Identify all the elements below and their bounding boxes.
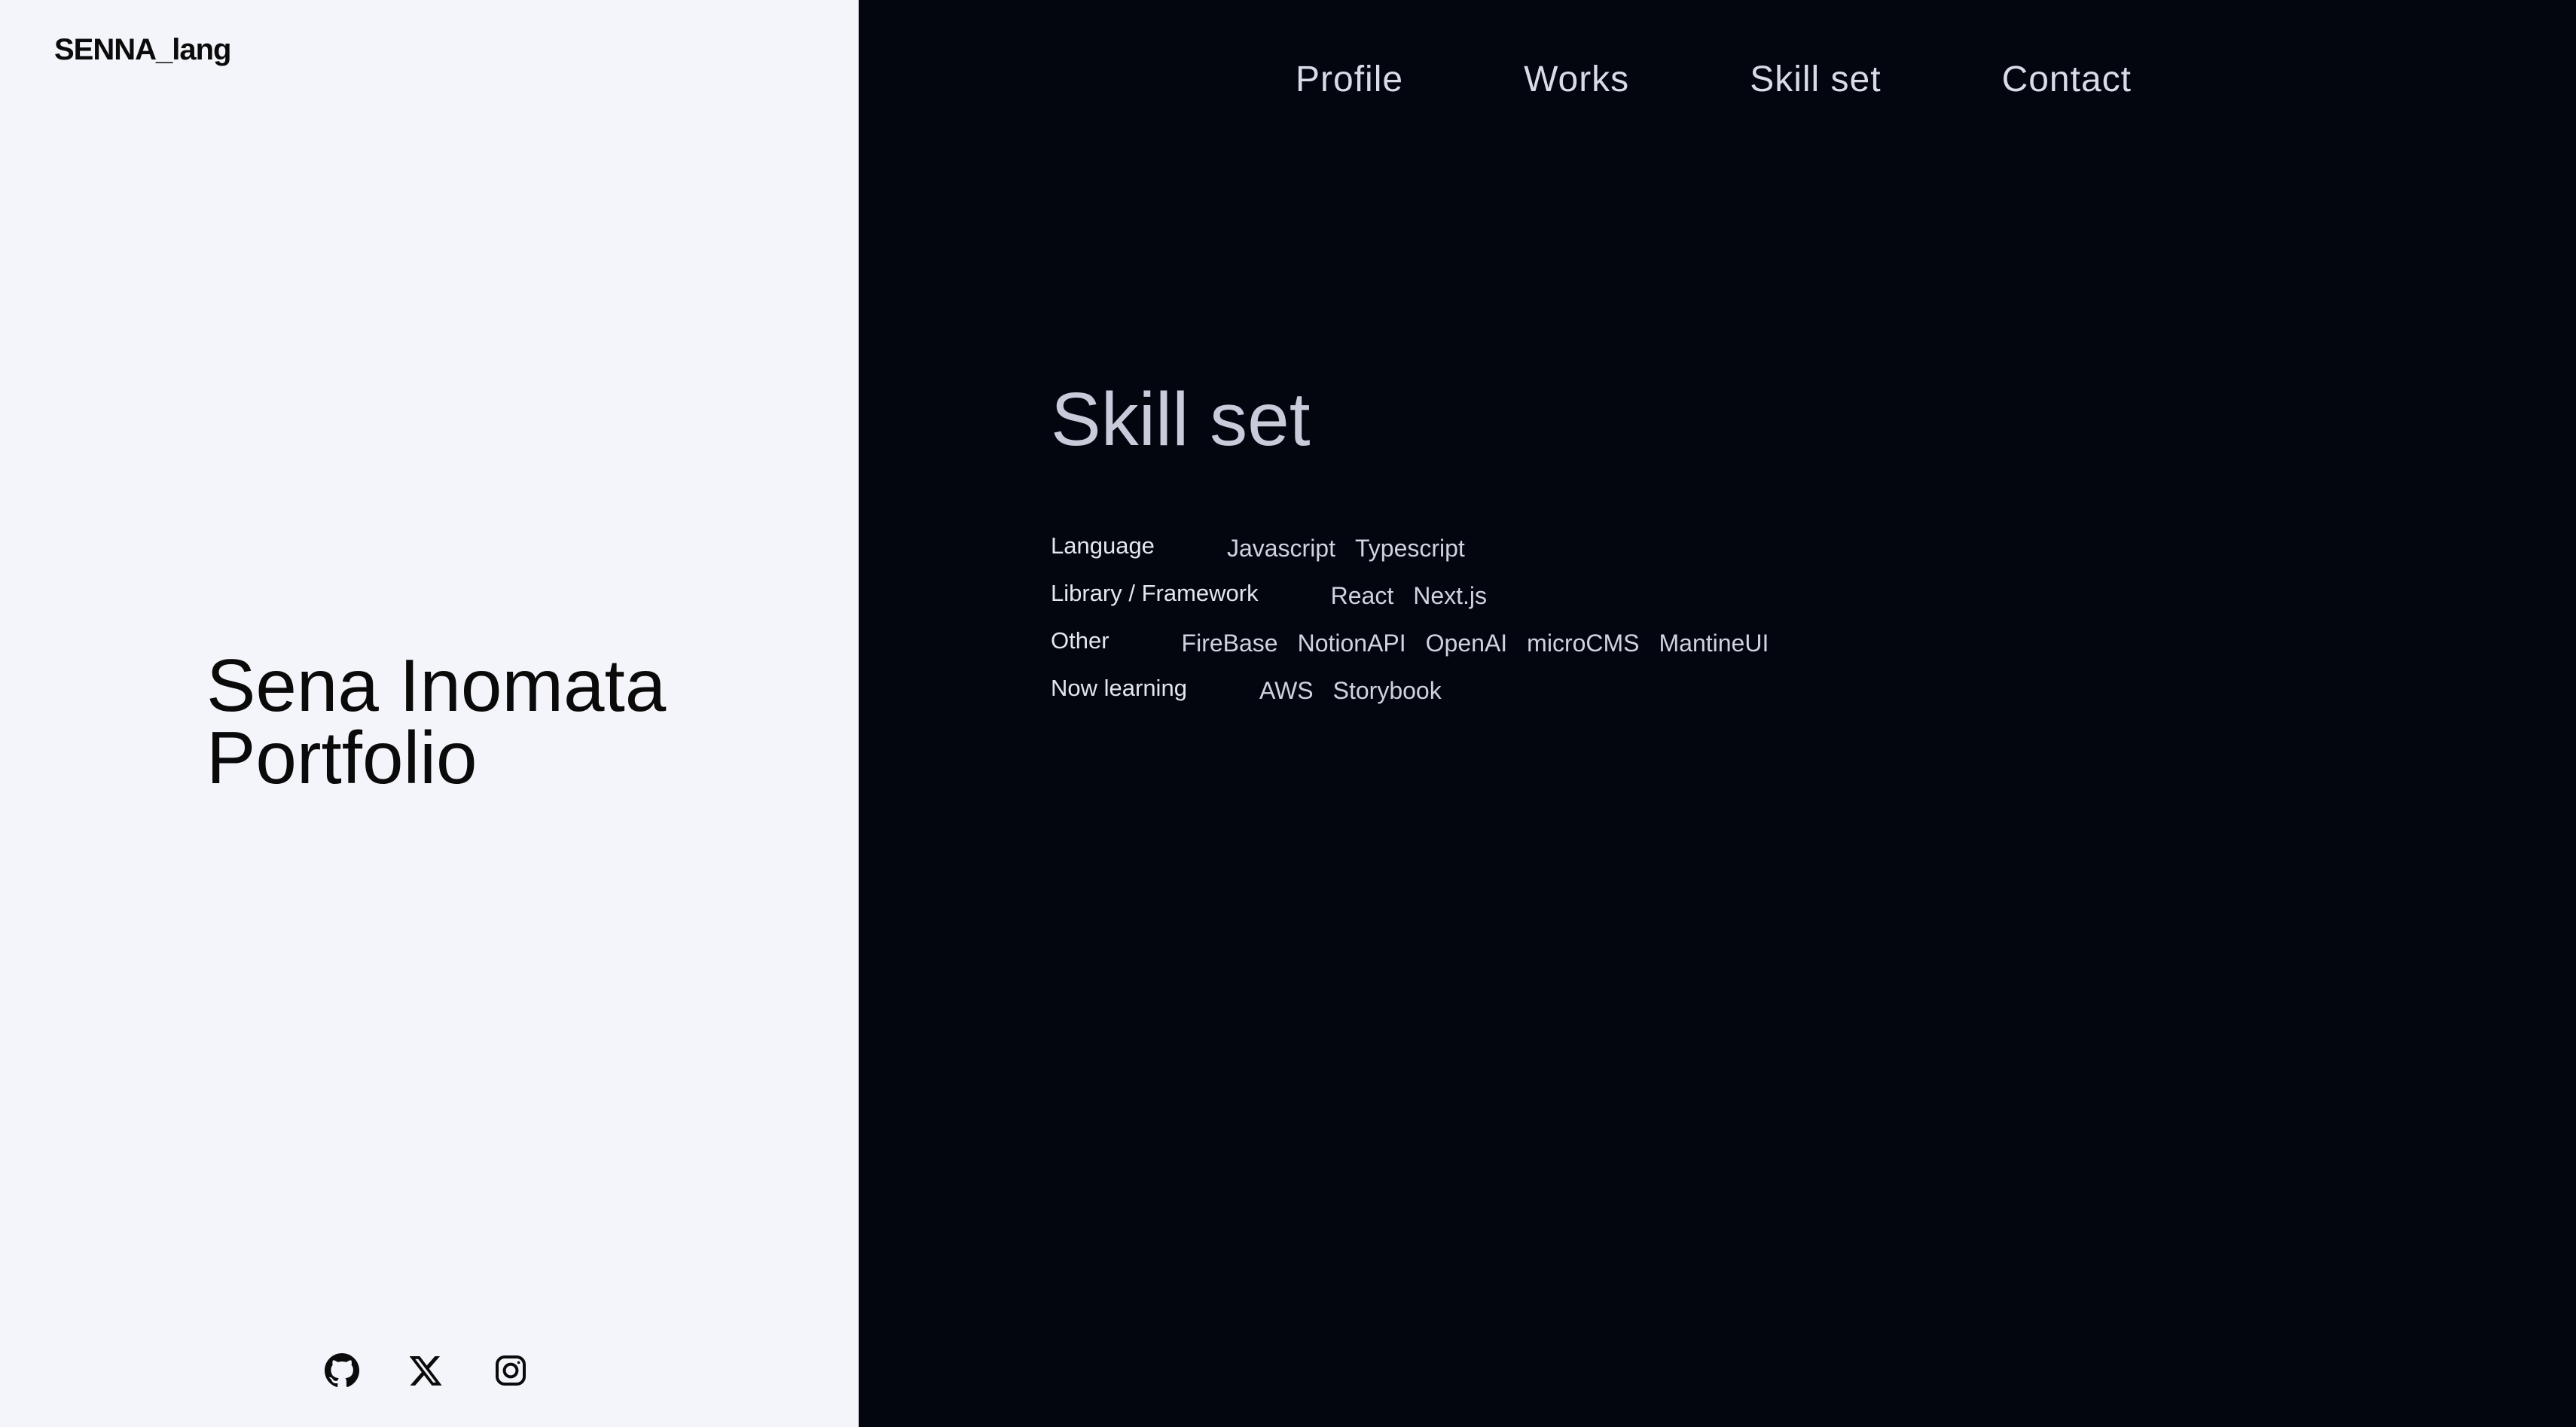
skill-category: Now learning xyxy=(1051,675,1187,701)
section-title: Skill set xyxy=(1051,377,1311,462)
skill-row-language: Language Javascript Typescript xyxy=(1051,520,1769,567)
right-panel: Profile Works Skill set Contact Skill se… xyxy=(859,0,2576,1427)
skill-tag: MantineUI xyxy=(1659,630,1769,657)
x-icon[interactable] xyxy=(408,1352,444,1389)
nav-works[interactable]: Works xyxy=(1524,59,1629,100)
skill-tag: microCMS xyxy=(1527,630,1640,657)
instagram-icon[interactable] xyxy=(493,1352,529,1389)
nav-profile[interactable]: Profile xyxy=(1296,59,1403,100)
main-nav: Profile Works Skill set Contact xyxy=(1296,59,2132,100)
skill-tag: Storybook xyxy=(1332,677,1442,704)
skill-tag: AWS xyxy=(1259,677,1314,704)
skill-row-library-framework: Library / Framework React Next.js xyxy=(1051,567,1769,614)
hero-title-line-2: Portfolio xyxy=(206,716,478,799)
skill-tag: NotionAPI xyxy=(1297,630,1406,657)
skill-tags: FireBase NotionAPI OpenAI microCMS Manti… xyxy=(1182,630,1769,662)
page: SENNA_lang Sena Inomata Portfolio Profil… xyxy=(0,0,2576,1427)
skill-tag: Javascript xyxy=(1226,535,1335,562)
skill-tags: AWS Storybook xyxy=(1259,677,1442,709)
skill-category: Language xyxy=(1051,532,1155,559)
skill-tag: OpenAI xyxy=(1425,630,1508,657)
social-links xyxy=(324,1352,529,1389)
skill-tag: Typescript xyxy=(1354,535,1465,562)
skill-row-other: Other FireBase NotionAPI OpenAI microCMS… xyxy=(1051,614,1769,662)
site-logo[interactable]: SENNA_lang xyxy=(54,33,231,67)
nav-contact[interactable]: Contact xyxy=(2002,59,2132,100)
skill-tag: React xyxy=(1330,582,1394,609)
nav-skill-set[interactable]: Skill set xyxy=(1750,59,1881,100)
left-panel: SENNA_lang Sena Inomata Portfolio xyxy=(0,0,859,1427)
skill-list: Language Javascript Typescript Library /… xyxy=(1051,520,1769,709)
skill-row-now-learning: Now learning AWS Storybook xyxy=(1051,662,1769,709)
skill-category: Library / Framework xyxy=(1051,580,1259,606)
github-icon[interactable] xyxy=(324,1352,360,1389)
hero-title: Sena Inomata Portfolio xyxy=(206,644,667,799)
skill-tag: Next.js xyxy=(1413,582,1487,609)
skill-tags: React Next.js xyxy=(1331,582,1487,614)
hero-title-line-1: Sena Inomata xyxy=(206,644,667,727)
skill-tag: FireBase xyxy=(1181,630,1278,657)
skill-tags: Javascript Typescript xyxy=(1227,535,1465,567)
skill-category: Other xyxy=(1051,627,1109,654)
